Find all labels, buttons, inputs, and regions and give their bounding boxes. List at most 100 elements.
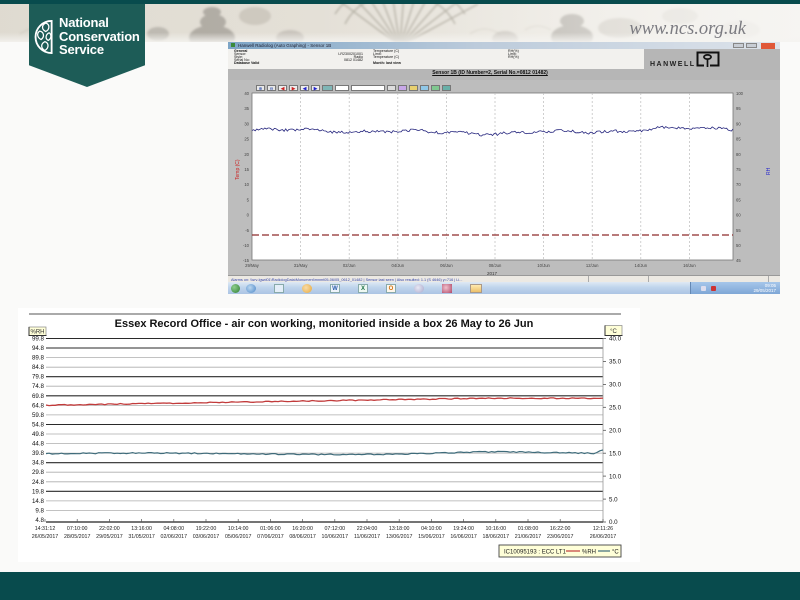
svg-text:31/05/2017: 31/05/2017 bbox=[128, 534, 155, 540]
svg-text:49.8: 49.8 bbox=[32, 431, 45, 438]
svg-text:%RH: %RH bbox=[582, 550, 596, 556]
svg-text:01:06:00: 01:06:00 bbox=[260, 526, 281, 532]
svg-text:10/Jun: 10/Jun bbox=[537, 263, 550, 268]
svg-text:°C: °C bbox=[610, 329, 617, 335]
svg-text:04/Jun: 04/Jun bbox=[392, 263, 405, 268]
svg-text:13:18:00: 13:18:00 bbox=[389, 526, 410, 532]
svg-text:99.8: 99.8 bbox=[32, 336, 45, 343]
svg-text:5.0: 5.0 bbox=[609, 496, 618, 503]
svg-text:4.8: 4.8 bbox=[35, 517, 44, 524]
svg-text:16:22:00: 16:22:00 bbox=[550, 526, 571, 532]
svg-text:5: 5 bbox=[247, 197, 250, 202]
svg-text:31/May: 31/May bbox=[294, 263, 309, 268]
svg-text:34.8: 34.8 bbox=[32, 460, 45, 467]
svg-text:25: 25 bbox=[244, 137, 249, 142]
svg-text:40: 40 bbox=[244, 91, 249, 96]
svg-text:75: 75 bbox=[736, 167, 741, 172]
svg-text:19.8: 19.8 bbox=[32, 488, 45, 495]
svg-text:90: 90 bbox=[736, 121, 741, 126]
svg-text:85: 85 bbox=[736, 137, 741, 142]
svg-text:06/Jun: 06/Jun bbox=[440, 263, 453, 268]
svg-text:13:16:00: 13:16:00 bbox=[131, 526, 152, 532]
svg-text:IC10095193 : ECC LT1: IC10095193 : ECC LT1 bbox=[504, 550, 567, 556]
svg-text:RH: RH bbox=[766, 167, 772, 175]
svg-text:39.8: 39.8 bbox=[32, 450, 45, 457]
svg-text:70: 70 bbox=[736, 182, 741, 187]
svg-text:22:02:00: 22:02:00 bbox=[99, 526, 120, 532]
svg-text:22:04:00: 22:04:00 bbox=[357, 526, 378, 532]
svg-text:16/Jun: 16/Jun bbox=[683, 263, 696, 268]
svg-text:60: 60 bbox=[736, 213, 741, 218]
svg-text:69.8: 69.8 bbox=[32, 393, 45, 400]
svg-text:15: 15 bbox=[244, 167, 249, 172]
svg-text:15.0: 15.0 bbox=[609, 450, 622, 457]
svg-text:19:22:00: 19:22:00 bbox=[196, 526, 217, 532]
svg-text:02/06/2017: 02/06/2017 bbox=[161, 534, 188, 540]
svg-text:95: 95 bbox=[736, 106, 741, 111]
svg-text:9.8: 9.8 bbox=[35, 507, 44, 514]
svg-text:29/May: 29/May bbox=[245, 263, 260, 268]
svg-text:74.8: 74.8 bbox=[32, 383, 45, 390]
svg-text:26/06/2017: 26/06/2017 bbox=[590, 534, 617, 540]
svg-text:02/Jun: 02/Jun bbox=[343, 263, 356, 268]
svg-text:59.8: 59.8 bbox=[32, 412, 45, 419]
svg-text:25.0: 25.0 bbox=[609, 405, 622, 412]
svg-text:30.0: 30.0 bbox=[609, 382, 622, 389]
svg-text:16:20:00: 16:20:00 bbox=[292, 526, 313, 532]
svg-text:89.8: 89.8 bbox=[32, 355, 45, 362]
svg-text:10/06/2017: 10/06/2017 bbox=[322, 534, 349, 540]
svg-text:07:10:00: 07:10:00 bbox=[67, 526, 88, 532]
svg-text:12/Jun: 12/Jun bbox=[586, 263, 599, 268]
svg-text:08/Jun: 08/Jun bbox=[489, 263, 502, 268]
svg-text:54.8: 54.8 bbox=[32, 422, 45, 429]
svg-text:65: 65 bbox=[736, 197, 741, 202]
svg-text:04:08:00: 04:08:00 bbox=[163, 526, 184, 532]
svg-text:12:11:26: 12:11:26 bbox=[593, 526, 613, 532]
svg-text:10:16:00: 10:16:00 bbox=[485, 526, 506, 532]
svg-text:50: 50 bbox=[736, 243, 741, 248]
svg-text:64.8: 64.8 bbox=[32, 402, 45, 409]
svg-text:21/06/2017: 21/06/2017 bbox=[515, 534, 542, 540]
svg-text:14/Jun: 14/Jun bbox=[635, 263, 648, 268]
svg-text:19:24:00: 19:24:00 bbox=[453, 526, 474, 532]
svg-text:10.0: 10.0 bbox=[609, 473, 622, 480]
svg-text:07/06/2017: 07/06/2017 bbox=[257, 534, 284, 540]
svg-text:11/06/2017: 11/06/2017 bbox=[354, 534, 380, 540]
svg-text:35: 35 bbox=[244, 106, 249, 111]
svg-text:94.8: 94.8 bbox=[32, 345, 45, 352]
svg-text:44.8: 44.8 bbox=[32, 441, 45, 448]
svg-text:03/06/2017: 03/06/2017 bbox=[193, 534, 220, 540]
svg-text:10:14:00: 10:14:00 bbox=[228, 526, 249, 532]
svg-text:100: 100 bbox=[736, 91, 744, 96]
svg-text:14:31:12: 14:31:12 bbox=[35, 526, 56, 532]
svg-text:29/05/2017: 29/05/2017 bbox=[96, 534, 123, 540]
svg-text:08/06/2017: 08/06/2017 bbox=[289, 534, 316, 540]
svg-text:28/05/2017: 28/05/2017 bbox=[64, 534, 91, 540]
svg-text:Temp (C): Temp (C) bbox=[235, 159, 241, 180]
svg-text:07:12:00: 07:12:00 bbox=[324, 526, 345, 532]
svg-text:35.0: 35.0 bbox=[609, 359, 622, 366]
svg-text:45: 45 bbox=[736, 258, 741, 263]
svg-text:26/05/2017: 26/05/2017 bbox=[32, 534, 59, 540]
svg-text:23/06/2017: 23/06/2017 bbox=[547, 534, 574, 540]
svg-text:-10: -10 bbox=[243, 243, 250, 248]
svg-text:Essex Record Office - air con: Essex Record Office - air con working, m… bbox=[115, 318, 534, 330]
svg-text:05/06/2017: 05/06/2017 bbox=[225, 534, 252, 540]
svg-text:18/06/2017: 18/06/2017 bbox=[483, 534, 510, 540]
svg-text:55: 55 bbox=[736, 228, 741, 233]
svg-text:20.0: 20.0 bbox=[609, 428, 622, 435]
svg-text:01:08:00: 01:08:00 bbox=[518, 526, 539, 532]
svg-text:13/06/2017: 13/06/2017 bbox=[386, 534, 413, 540]
svg-text:15/06/2017: 15/06/2017 bbox=[418, 534, 445, 540]
svg-text:20: 20 bbox=[244, 152, 249, 157]
svg-text:-5: -5 bbox=[245, 228, 249, 233]
svg-text:29.8: 29.8 bbox=[32, 469, 45, 476]
svg-text:10: 10 bbox=[244, 182, 249, 187]
svg-text:04:10:00: 04:10:00 bbox=[421, 526, 442, 532]
svg-text:84.8: 84.8 bbox=[32, 364, 45, 371]
svg-text:14.8: 14.8 bbox=[32, 498, 45, 505]
svg-text:0: 0 bbox=[247, 213, 250, 218]
svg-text:79.8: 79.8 bbox=[32, 374, 45, 381]
svg-text:40.0: 40.0 bbox=[609, 336, 622, 343]
svg-text:30: 30 bbox=[244, 121, 249, 126]
